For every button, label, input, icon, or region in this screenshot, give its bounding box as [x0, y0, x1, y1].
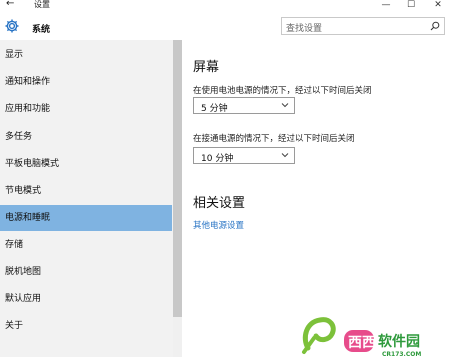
sidebar-item-about[interactable]: 关于 — [0, 313, 172, 339]
plugged-timeout-label: 在接通电源的情况下，经过以下时间后关闭 — [193, 134, 355, 144]
sidebar-item-default-apps[interactable]: 默认应用 — [0, 286, 172, 312]
sidebar: 显示 通知和操作 应用和功能 多任务 平板电脑模式 节电模式 电源和睡眠 存储 … — [0, 40, 182, 357]
sidebar-item-display[interactable]: 显示 — [0, 42, 172, 68]
maximize-button[interactable]: ☐ — [400, 0, 422, 11]
sidebar-item-offline-maps[interactable]: 脱机地图 — [0, 259, 172, 285]
sidebar-item-notifications[interactable]: 通知和操作 — [0, 69, 172, 95]
plugged-timeout-select[interactable]: 10 分钟 — [193, 147, 295, 164]
sidebar-scrollbar[interactable] — [173, 40, 182, 357]
plugged-timeout-value: 10 分钟 — [201, 154, 234, 164]
section-title: 系统 — [32, 25, 51, 35]
sidebar-item-battery-saver[interactable]: 节电模式 — [0, 178, 172, 204]
sidebar-item-storage[interactable]: 存储 — [0, 232, 172, 258]
search-placeholder: 查找设置 — [286, 24, 323, 34]
sidebar-item-apps[interactable]: 应用和功能 — [0, 96, 172, 122]
related-settings-heading: 相关设置 — [193, 196, 246, 211]
sidebar-item-multitasking[interactable]: 多任务 — [0, 124, 172, 150]
sidebar-item-tablet-mode[interactable]: 平板电脑模式 — [0, 151, 172, 177]
scrollbar-thumb[interactable] — [173, 40, 182, 317]
additional-power-settings-link[interactable]: 其他电源设置 — [193, 219, 244, 231]
screen-heading: 屏幕 — [193, 60, 220, 75]
site-watermark: 西西 软件园 CR173.COM — [302, 317, 421, 357]
svg-text:西西: 西西 — [348, 335, 376, 351]
search-icon[interactable] — [430, 21, 440, 31]
chevron-down-icon — [281, 103, 289, 108]
chevron-down-icon — [281, 153, 289, 158]
battery-timeout-label: 在使用电池电源的情况下，经过以下时间后关闭 — [193, 86, 372, 96]
back-arrow-icon[interactable]: ← — [6, 0, 14, 9]
window-title: 设置 — [34, 0, 50, 9]
close-button[interactable]: ✕ — [427, 0, 449, 11]
minimize-button[interactable]: — — [375, 0, 397, 11]
title-bar: ← 设置 — ☐ ✕ — [0, 0, 455, 12]
svg-text:CR173.COM: CR173.COM — [382, 351, 421, 357]
gear-icon — [5, 19, 19, 33]
sidebar-item-power-sleep[interactable]: 电源和睡眠 — [0, 205, 172, 231]
search-input[interactable]: 查找设置 — [281, 17, 445, 35]
battery-timeout-select[interactable]: 5 分钟 — [193, 97, 295, 114]
battery-timeout-value: 5 分钟 — [201, 104, 228, 114]
svg-text:软件园: 软件园 — [378, 333, 420, 350]
